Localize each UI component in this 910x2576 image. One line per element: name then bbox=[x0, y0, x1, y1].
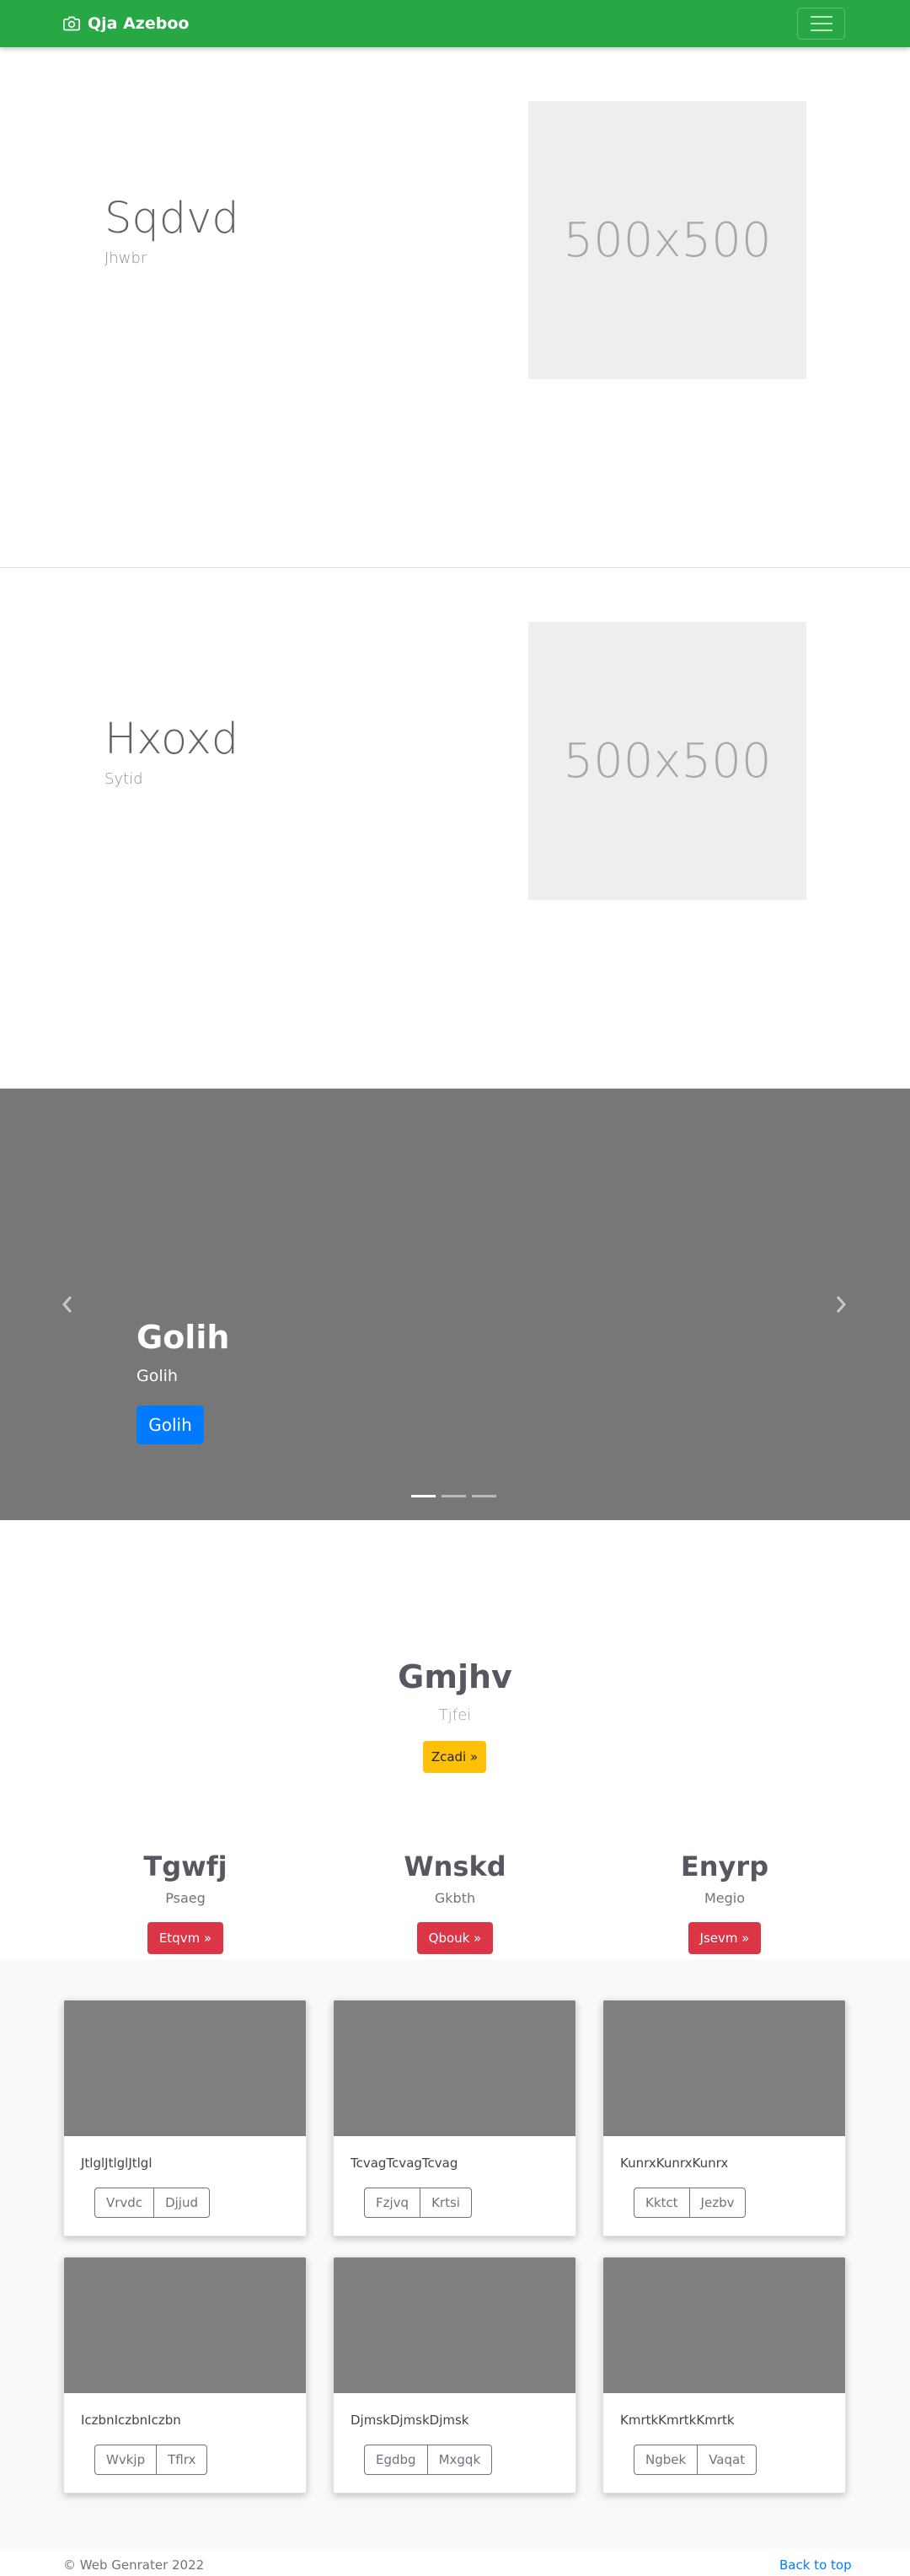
brand-text: Qja Azeboo bbox=[88, 14, 190, 33]
info-column: Enyrp Megio Jsevm » bbox=[598, 1850, 851, 1955]
card-button[interactable]: Tflrx bbox=[156, 2445, 208, 2475]
column-button[interactable]: Qbouk » bbox=[416, 1922, 494, 1955]
feature-subtitle: Sytid bbox=[104, 770, 143, 788]
carousel-indicators bbox=[411, 1495, 496, 1497]
album-section: JtlglJtlglJtlgl Vrvdc Djjud TcvagTcvagTc… bbox=[0, 1959, 910, 2549]
card-button[interactable]: Jezbv bbox=[688, 2188, 747, 2218]
card-button[interactable]: Vaqat bbox=[697, 2445, 757, 2475]
album-card: DjmskDjmskDjmsk Egdbg Mxgqk bbox=[333, 2257, 576, 2493]
card-button[interactable]: Krtsi bbox=[420, 2188, 472, 2218]
card-button[interactable]: Wvkjp bbox=[94, 2445, 158, 2475]
card-thumbnail bbox=[334, 2257, 575, 2393]
carousel-caption-button[interactable]: Golih bbox=[136, 1406, 204, 1444]
card-thumbnail bbox=[334, 2000, 575, 2136]
placeholder-label: 500x500 bbox=[563, 212, 772, 268]
footer-copyright: © Web Genrater 2022 bbox=[63, 2557, 205, 2573]
card-button[interactable]: Kktct bbox=[634, 2188, 690, 2218]
card-button[interactable]: Vrvdc bbox=[94, 2188, 155, 2218]
card-button[interactable]: Djjud bbox=[153, 2188, 210, 2218]
card-text: IczbnIczbnIczbn bbox=[81, 2413, 181, 2428]
card-button-group: Egdbg Mxgqk bbox=[364, 2445, 493, 2475]
card-text: DjmskDjmskDjmsk bbox=[351, 2413, 469, 2428]
feature-subtitle: Jhwbr bbox=[104, 249, 147, 267]
album-card: KunrxKunrxKunrx Kktct Jezbv bbox=[602, 2000, 846, 2236]
column-title: Wnskd bbox=[404, 1850, 506, 1882]
brand-link[interactable]: Qja Azeboo bbox=[63, 13, 189, 35]
chevron-right-icon bbox=[836, 1296, 847, 1313]
card-button-group: Vrvdc Djjud bbox=[94, 2188, 210, 2218]
card-button-group: Fzjvq Krtsi bbox=[364, 2188, 472, 2218]
card-button[interactable]: Egdbg bbox=[364, 2445, 428, 2475]
card-text: JtlglJtlglJtlgl bbox=[81, 2156, 153, 2171]
carousel-next-button[interactable] bbox=[831, 1293, 851, 1316]
column-subtitle: Megio bbox=[704, 1890, 746, 1907]
card-text: KunrxKunrxKunrx bbox=[620, 2156, 729, 2171]
album-card: JtlglJtlglJtlgl Vrvdc Djjud bbox=[63, 2000, 307, 2236]
album-card: TcvagTcvagTcvag Fzjvq Krtsi bbox=[333, 2000, 576, 2236]
card-button[interactable]: Mxgqk bbox=[426, 2445, 493, 2475]
feature-title: Hxoxd bbox=[104, 715, 239, 764]
feature-image-placeholder: 500x500 bbox=[528, 622, 806, 900]
column-subtitle: Psaeg bbox=[165, 1890, 206, 1907]
feature-title: Sqdvd bbox=[104, 194, 239, 244]
card-thumbnail bbox=[603, 2257, 845, 2393]
chevron-left-icon bbox=[62, 1296, 72, 1313]
card-thumbnail bbox=[64, 2257, 306, 2393]
info-column: Wnskd Gkbth Qbouk » bbox=[329, 1850, 581, 1955]
card-thumbnail bbox=[603, 2000, 845, 2136]
carousel-indicator[interactable] bbox=[472, 1495, 496, 1497]
album-card: IczbnIczbnIczbn Wvkjp Tflrx bbox=[63, 2257, 307, 2493]
hero-subtitle: Tjfei bbox=[438, 1706, 472, 1724]
column-button[interactable]: Etqvm » bbox=[147, 1922, 224, 1955]
feature-section: Sqdvd Jhwbr 500x500 bbox=[0, 47, 910, 568]
hero-button[interactable]: Zcadi » bbox=[423, 1741, 486, 1773]
card-button-group: Wvkjp Tflrx bbox=[94, 2445, 208, 2475]
card-text: KmrtkKmrtkKmrtk bbox=[620, 2413, 735, 2428]
carousel-caption-title: Golih bbox=[136, 1319, 230, 1356]
feature-section: Hxoxd Sytid 500x500 bbox=[0, 568, 910, 1089]
placeholder-label: 500x500 bbox=[563, 733, 772, 789]
carousel-indicator[interactable] bbox=[442, 1495, 466, 1497]
feature-image-placeholder: 500x500 bbox=[528, 101, 806, 379]
camera-icon bbox=[63, 16, 80, 31]
album-card: KmrtkKmrtkKmrtk Ngbek Vaqat bbox=[602, 2257, 846, 2493]
column-button[interactable]: Jsevm » bbox=[688, 1922, 762, 1955]
hamburger-icon bbox=[810, 16, 832, 18]
back-to-top-link[interactable]: Back to top bbox=[779, 2557, 852, 2573]
hamburger-icon bbox=[810, 23, 832, 24]
card-thumbnail bbox=[64, 2000, 306, 2136]
card-button-group: Kktct Jezbv bbox=[634, 2188, 747, 2218]
card-button[interactable]: Fzjvq bbox=[364, 2188, 421, 2218]
column-title: Tgwfj bbox=[143, 1850, 228, 1882]
hamburger-icon bbox=[810, 29, 832, 31]
navbar-toggler-button[interactable] bbox=[797, 8, 845, 40]
info-column: Tgwfj Psaeg Etqvm » bbox=[59, 1850, 312, 1955]
hero-title: Gmjhv bbox=[398, 1658, 512, 1695]
column-subtitle: Gkbth bbox=[434, 1890, 476, 1907]
carousel-caption-text: Golih bbox=[136, 1367, 178, 1385]
carousel-indicator[interactable] bbox=[411, 1495, 436, 1497]
card-text: TcvagTcvagTcvag bbox=[351, 2156, 458, 2171]
card-button[interactable]: Ngbek bbox=[634, 2445, 699, 2475]
navbar: Qja Azeboo bbox=[0, 0, 910, 47]
carousel-prev-button[interactable] bbox=[57, 1293, 78, 1316]
carousel: Golih Golih Golih bbox=[0, 1089, 910, 1520]
card-button-group: Ngbek Vaqat bbox=[634, 2445, 757, 2475]
column-title: Enyrp bbox=[680, 1850, 769, 1882]
